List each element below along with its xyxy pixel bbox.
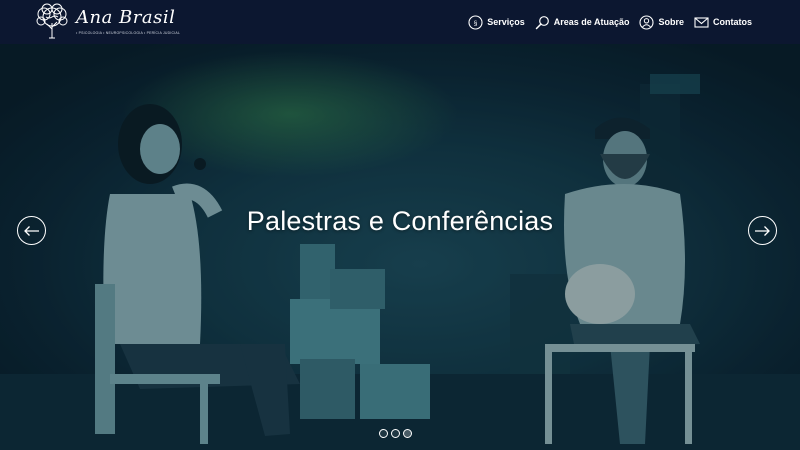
nav-label-servicos: Serviços	[487, 17, 525, 27]
carousel-dot-2[interactable]	[391, 429, 400, 438]
carousel-indicators	[379, 429, 415, 438]
brand-tagline: • PSICOLOGIA • NEUROPSICOLOGIA • PERÍCIA…	[76, 31, 181, 35]
nav-label-contatos: Contatos	[713, 17, 752, 27]
nav-item-contatos[interactable]: Contatos	[694, 15, 752, 30]
carousel-dot-1[interactable]	[379, 429, 388, 438]
hero-background-image	[0, 44, 800, 450]
site-header: Ana Brasil • PSICOLOGIA • NEUROPSICOLOGI…	[0, 0, 800, 44]
main-nav: § Serviços Areas de Atuação Sobre Contat…	[458, 0, 752, 44]
nav-label-sobre: Sobre	[658, 17, 684, 27]
nav-item-sobre[interactable]: Sobre	[639, 14, 684, 30]
nav-item-servicos[interactable]: § Serviços	[468, 14, 525, 30]
nav-item-areas[interactable]: Areas de Atuação	[535, 15, 630, 30]
svg-text:§: §	[474, 20, 478, 27]
user-icon	[639, 14, 655, 30]
nav-label-areas: Areas de Atuação	[553, 17, 630, 27]
carousel-next-button[interactable]	[748, 216, 777, 245]
brand-logo[interactable]: Ana Brasil • PSICOLOGIA • NEUROPSICOLOGI…	[32, 3, 180, 41]
arrow-left-icon	[24, 225, 39, 236]
search-icon	[535, 15, 550, 30]
carousel-prev-button[interactable]	[17, 216, 46, 245]
mail-icon	[694, 15, 709, 30]
hero-carousel: Palestras e Conferências	[0, 44, 800, 450]
tree-logo-icon	[36, 3, 68, 39]
brand-name: Ana Brasil	[76, 7, 176, 28]
carousel-dot-3[interactable]	[403, 429, 412, 438]
services-icon: §	[468, 14, 483, 30]
arrow-right-icon	[755, 225, 770, 236]
hero-title: Palestras e Conferências	[246, 206, 554, 236]
